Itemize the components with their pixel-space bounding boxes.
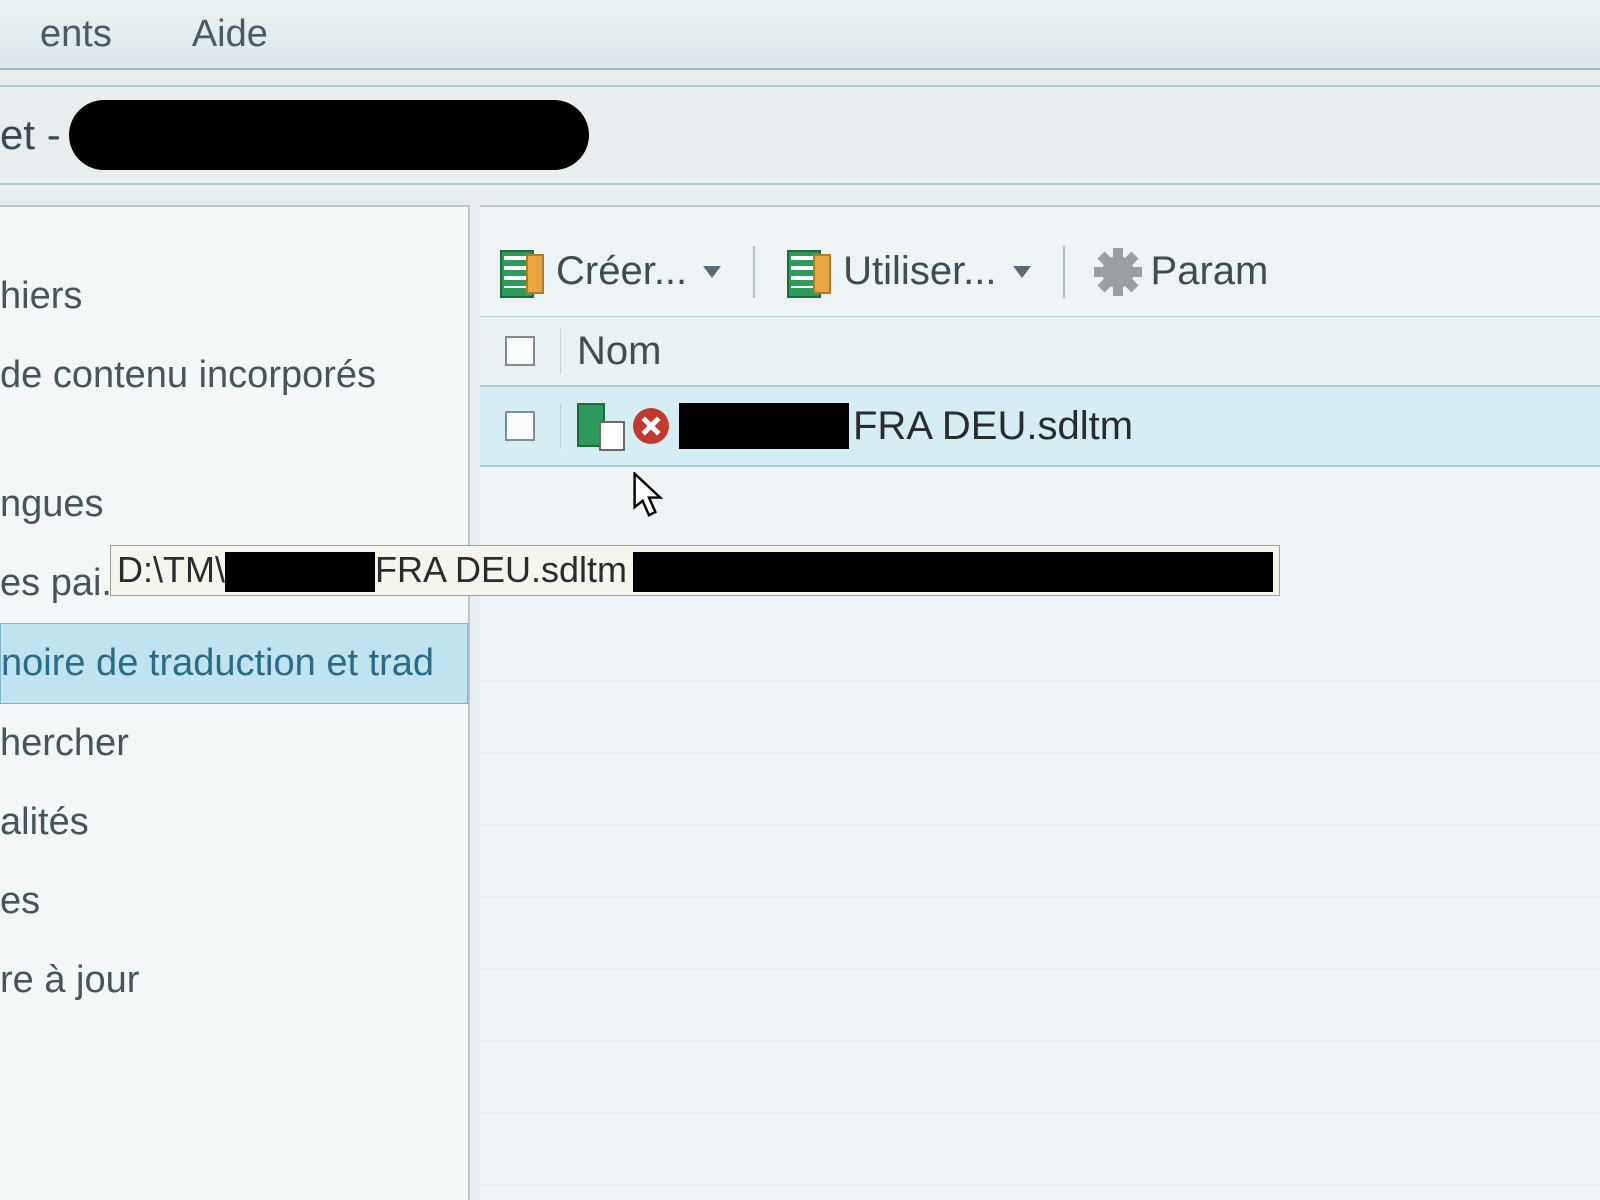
tm-file-icon [577,403,623,449]
toolbar-separator [1063,246,1065,298]
tooltip-path-prefix: D:\TM\ [117,549,225,590]
path-tooltip: D:\TM\ FRA DEU.sdltm [110,545,1280,596]
sidebar-item-search[interactable]: hercher [0,704,468,783]
select-all-checkbox[interactable] [505,336,535,366]
table-header: Nom [480,317,1600,387]
row-filename-text: FRA DEU.sdltm [853,404,1133,449]
create-label: Créer... [556,249,687,294]
main-panel: Créer... Utiliser... Param Nom [480,205,1600,1200]
row-checkbox-cell [480,411,560,441]
sidebar-item-files[interactable]: hiers [0,257,468,336]
redacted-path-tail [633,552,1273,592]
tm-icon [787,250,831,294]
sidebar-item-es[interactable]: es [0,862,468,941]
use-button[interactable]: Utiliser... [779,245,1038,298]
row-content: FRA DEU.sdltm [560,403,1600,449]
toolbar: Créer... Utiliser... Param [480,245,1600,317]
table-row[interactable]: FRA DEU.sdltm [480,387,1600,467]
title-bar: et - [0,85,1600,185]
tooltip-path-suffix: FRA DEU.sdltm [375,549,627,590]
redacted-filename-part [679,403,849,449]
sidebar-item-penalties[interactable]: alités [0,783,468,862]
error-icon [633,408,669,444]
sidebar-item-update[interactable]: re à jour [0,941,468,1020]
gear-icon [1097,251,1139,293]
row-checkbox[interactable] [505,411,535,441]
menu-item-documents[interactable]: ents [0,13,152,56]
header-checkbox-cell [480,336,560,366]
menu-item-help[interactable]: Aide [152,13,308,56]
redacted-title [69,100,589,170]
tm-icon [500,250,544,294]
redacted-path-part [225,552,375,592]
use-label: Utiliser... [843,249,996,294]
chevron-down-icon [1013,266,1031,278]
sidebar-tree: hiers de contenu incorporés ngues es pai… [0,205,470,1200]
sidebar-item-translation-memory[interactable]: noire de traduction et trad [0,623,468,704]
column-header-name[interactable]: Nom [560,329,1600,374]
title-prefix: et - [0,111,61,159]
create-button[interactable]: Créer... [492,245,729,298]
sidebar-item-languages[interactable]: ngues [0,465,468,544]
params-button[interactable]: Param [1089,245,1277,298]
row-filename: FRA DEU.sdltm [679,403,1133,449]
menu-bar: ents Aide [0,0,1600,70]
sidebar-item-embedded-content[interactable]: de contenu incorporés [0,336,468,415]
toolbar-separator [753,246,755,298]
params-label: Param [1151,249,1269,294]
empty-rows-area [480,610,1600,1200]
chevron-down-icon [703,266,721,278]
